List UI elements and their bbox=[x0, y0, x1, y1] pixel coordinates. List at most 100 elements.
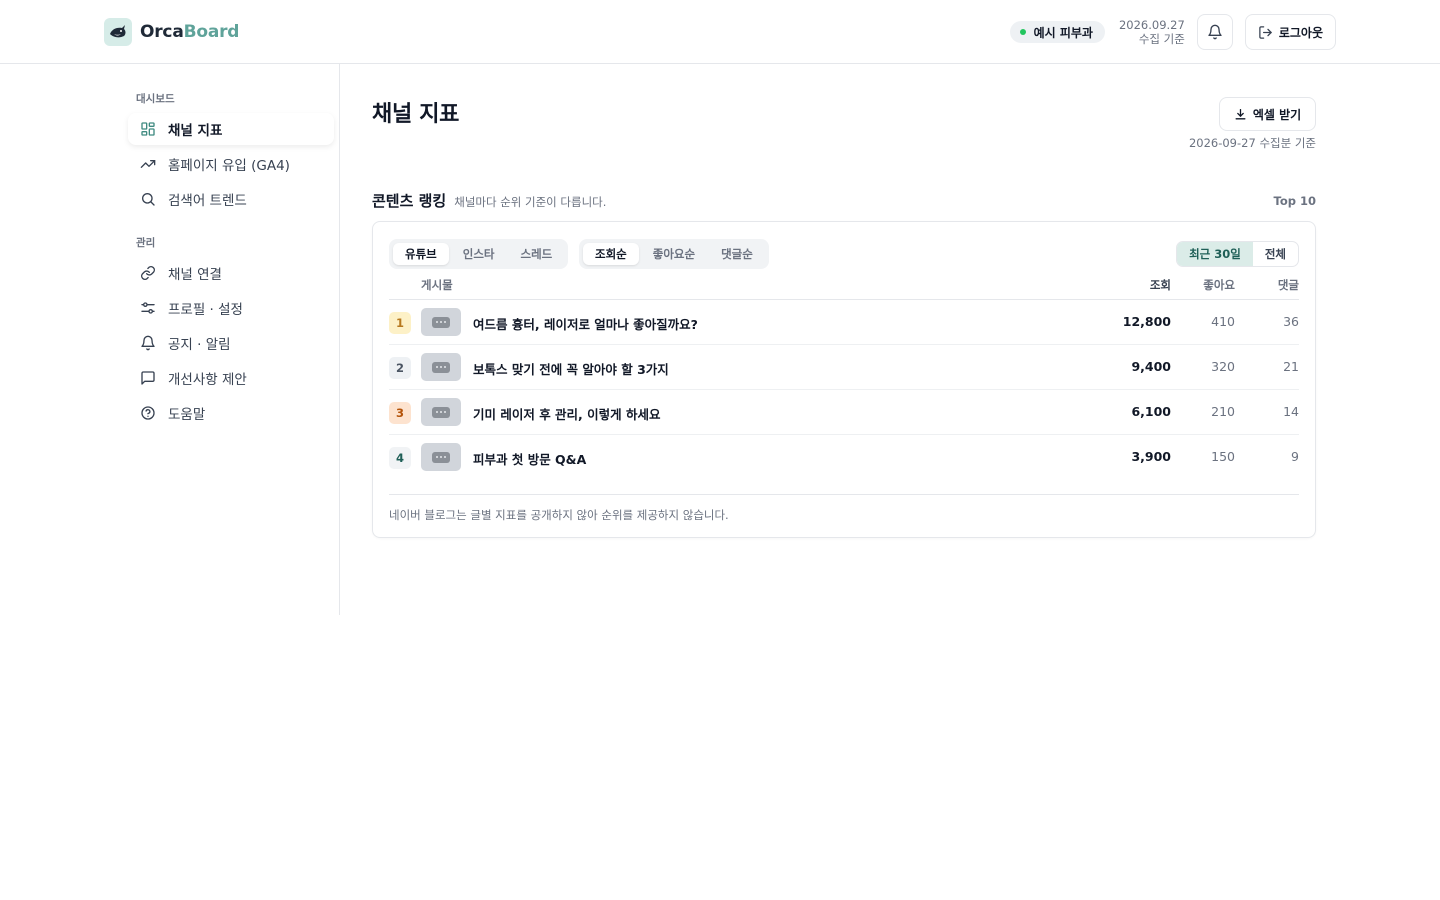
comments-value: 36 bbox=[1283, 314, 1299, 329]
column-post: 게시물 bbox=[421, 278, 453, 292]
tab-youtube[interactable]: 유튜브 bbox=[393, 243, 449, 265]
table-row[interactable]: 4 피부과 첫 방문 Q&A 3,900 150 9 bbox=[389, 435, 1299, 480]
ranking-card: 유튜브 인스타 스레드 조회순 좋아요순 댓글순 최근 30일 전체 게시물 조… bbox=[372, 221, 1316, 538]
video-thumbnail-icon bbox=[432, 406, 450, 418]
clinic-badge[interactable]: 예시 피부과 bbox=[1009, 21, 1105, 43]
likes-value: 210 bbox=[1211, 404, 1235, 419]
tab-threads[interactable]: 스레드 bbox=[509, 243, 565, 265]
thumbnail bbox=[421, 353, 461, 381]
sidebar-item-homepage-ga4[interactable]: 홈페이지 유입 (GA4) bbox=[128, 148, 334, 180]
help-circle-icon bbox=[141, 406, 155, 420]
sidebar-item-label: 홈페이지 유입 (GA4) bbox=[168, 158, 290, 174]
thumbnail bbox=[421, 443, 461, 471]
likes-value: 320 bbox=[1211, 359, 1235, 374]
table-header: 게시물 조회 좋아요 댓글 bbox=[389, 274, 1299, 300]
rank-badge: 2 bbox=[389, 357, 411, 379]
table-row[interactable]: 2 보톡스 맞기 전에 꼭 알아야 할 3가지 9,400 320 21 bbox=[389, 345, 1299, 390]
video-thumbnail-icon bbox=[432, 451, 450, 463]
data-as-of: 2026-09-27 수집분 기준 bbox=[1188, 136, 1316, 150]
views-value: 12,800 bbox=[1122, 314, 1171, 329]
clinic-name: 예시 피부과 bbox=[1033, 25, 1093, 40]
trending-up-icon bbox=[140, 160, 156, 168]
sidebar-item-channel-connect[interactable]: 채널 연결 bbox=[128, 257, 334, 289]
sidebar-item-suggestions[interactable]: 개선사항 제안 bbox=[128, 362, 334, 394]
brand-name: OrcaBoard bbox=[140, 22, 239, 42]
tab-sort-comments[interactable]: 댓글순 bbox=[709, 243, 765, 265]
table-row[interactable]: 1 여드름 흉터, 레이저로 얼마나 좋아질까요? 12,800 410 36 bbox=[389, 300, 1299, 345]
ranking-heading: 콘텐츠 랭킹 채널마다 순위 기준이 다릅니다. bbox=[372, 190, 606, 211]
orca-icon bbox=[104, 18, 132, 46]
sidebar-item-label: 도움말 bbox=[168, 407, 206, 423]
sidebar-item-label: 채널 연결 bbox=[168, 267, 222, 283]
tab-period-all[interactable]: 전체 bbox=[1253, 242, 1298, 266]
grid-icon bbox=[141, 122, 155, 136]
brand-name-part2: Board bbox=[183, 22, 240, 42]
ranking-title: 콘텐츠 랭킹 bbox=[372, 192, 447, 210]
sidebar-section-dashboard: 대시보드 bbox=[136, 93, 175, 105]
column-comments[interactable]: 댓글 bbox=[1278, 277, 1299, 293]
sidebar-item-label: 프로필 · 설정 bbox=[168, 302, 243, 318]
comments-value: 21 bbox=[1283, 359, 1299, 374]
collection-date-value: 2026.09.27 bbox=[1118, 18, 1185, 32]
video-thumbnail-icon bbox=[432, 361, 450, 373]
brand-logo[interactable]: OrcaBoard bbox=[104, 18, 239, 46]
tab-sort-likes[interactable]: 좋아요순 bbox=[641, 243, 707, 265]
status-dot-icon bbox=[1019, 29, 1026, 35]
sidebar-item-help[interactable]: 도움말 bbox=[128, 397, 334, 429]
tab-instagram[interactable]: 인스타 bbox=[451, 243, 507, 265]
sort-tabs: 조회순 좋아요순 댓글순 bbox=[579, 239, 769, 269]
sidebar-item-label: 검색어 트렌드 bbox=[168, 193, 247, 209]
likes-value: 410 bbox=[1211, 314, 1235, 329]
collection-date: 2026.09.27 수집 기준 bbox=[1119, 18, 1185, 46]
page-title: 채널 지표 bbox=[372, 102, 460, 127]
download-icon bbox=[1235, 108, 1246, 119]
excel-download-button[interactable]: 엑셀 받기 bbox=[1219, 97, 1316, 131]
post-title[interactable]: 보톡스 맞기 전에 꼭 알아야 할 3가지 bbox=[473, 359, 669, 378]
sliders-icon bbox=[141, 302, 155, 314]
search-icon bbox=[142, 193, 155, 206]
logout-button[interactable]: 로그아웃 bbox=[1244, 14, 1336, 50]
footnote-divider bbox=[389, 494, 1299, 495]
sidebar-item-search-trends[interactable]: 검색어 트렌드 bbox=[128, 183, 334, 215]
ranking-rows: 1 여드름 흉터, 레이저로 얼마나 좋아질까요? 12,800 410 36 … bbox=[389, 300, 1299, 480]
likes-value: 150 bbox=[1211, 449, 1235, 464]
table-row[interactable]: 3 기미 레이저 후 관리, 이렇게 하세요 6,100 210 14 bbox=[389, 390, 1299, 435]
top-header: OrcaBoard 예시 피부과 2026.09.27 수집 기준 로그아웃 bbox=[0, 0, 1440, 64]
brand-name-part1: Orca bbox=[140, 22, 184, 42]
views-value: 3,900 bbox=[1131, 449, 1171, 464]
top-count-label: Top 10 bbox=[1273, 194, 1316, 208]
sidebar-item-label: 채널 지표 bbox=[168, 123, 223, 139]
sidebar-item-channel-metrics[interactable]: 채널 지표 bbox=[128, 113, 334, 145]
notifications-button[interactable] bbox=[1196, 14, 1233, 50]
rank-badge: 1 bbox=[389, 312, 411, 334]
bell-icon bbox=[1208, 24, 1222, 40]
sidebar-item-profile-settings[interactable]: 프로필 · 설정 bbox=[128, 292, 334, 324]
tab-sort-views[interactable]: 조회순 bbox=[583, 243, 639, 265]
excel-download-label: 엑셀 받기 bbox=[1252, 107, 1302, 122]
header-actions: 예시 피부과 2026.09.27 수집 기준 로그아웃 bbox=[1009, 14, 1336, 50]
footnote: 네이버 블로그는 글별 지표를 공개하지 않아 순위를 제공하지 않습니다. bbox=[389, 508, 729, 522]
tab-period-30days[interactable]: 최근 30일 bbox=[1177, 242, 1253, 266]
comments-value: 9 bbox=[1291, 449, 1299, 464]
post-title[interactable]: 여드름 흉터, 레이저로 얼마나 좋아질까요? bbox=[473, 314, 698, 333]
message-icon bbox=[141, 371, 155, 385]
rank-badge: 4 bbox=[389, 447, 411, 469]
period-toggle: 최근 30일 전체 bbox=[1176, 241, 1299, 267]
sidebar-item-label: 공지 · 알림 bbox=[168, 337, 231, 353]
column-views[interactable]: 조회 bbox=[1150, 277, 1171, 293]
bell-icon bbox=[141, 335, 155, 351]
thumbnail bbox=[421, 308, 461, 336]
logout-icon bbox=[1259, 25, 1272, 39]
column-likes[interactable]: 좋아요 bbox=[1203, 277, 1235, 293]
post-title[interactable]: 기미 레이저 후 관리, 이렇게 하세요 bbox=[473, 404, 661, 423]
channel-tabs: 유튜브 인스타 스레드 bbox=[389, 239, 569, 269]
video-thumbnail-icon bbox=[432, 316, 450, 328]
sidebar: 대시보드 채널 지표 홈페이지 유입 (GA4) 검색어 트렌드 관리 채널 연… bbox=[0, 64, 340, 615]
views-value: 9,400 bbox=[1131, 359, 1171, 374]
views-value: 6,100 bbox=[1131, 404, 1171, 419]
post-title[interactable]: 피부과 첫 방문 Q&A bbox=[473, 449, 586, 468]
thumbnail bbox=[421, 398, 461, 426]
ranking-subtitle: 채널마다 순위 기준이 다릅니다. bbox=[454, 195, 607, 209]
logout-label: 로그아웃 bbox=[1278, 25, 1323, 40]
sidebar-item-notices[interactable]: 공지 · 알림 bbox=[128, 327, 334, 359]
